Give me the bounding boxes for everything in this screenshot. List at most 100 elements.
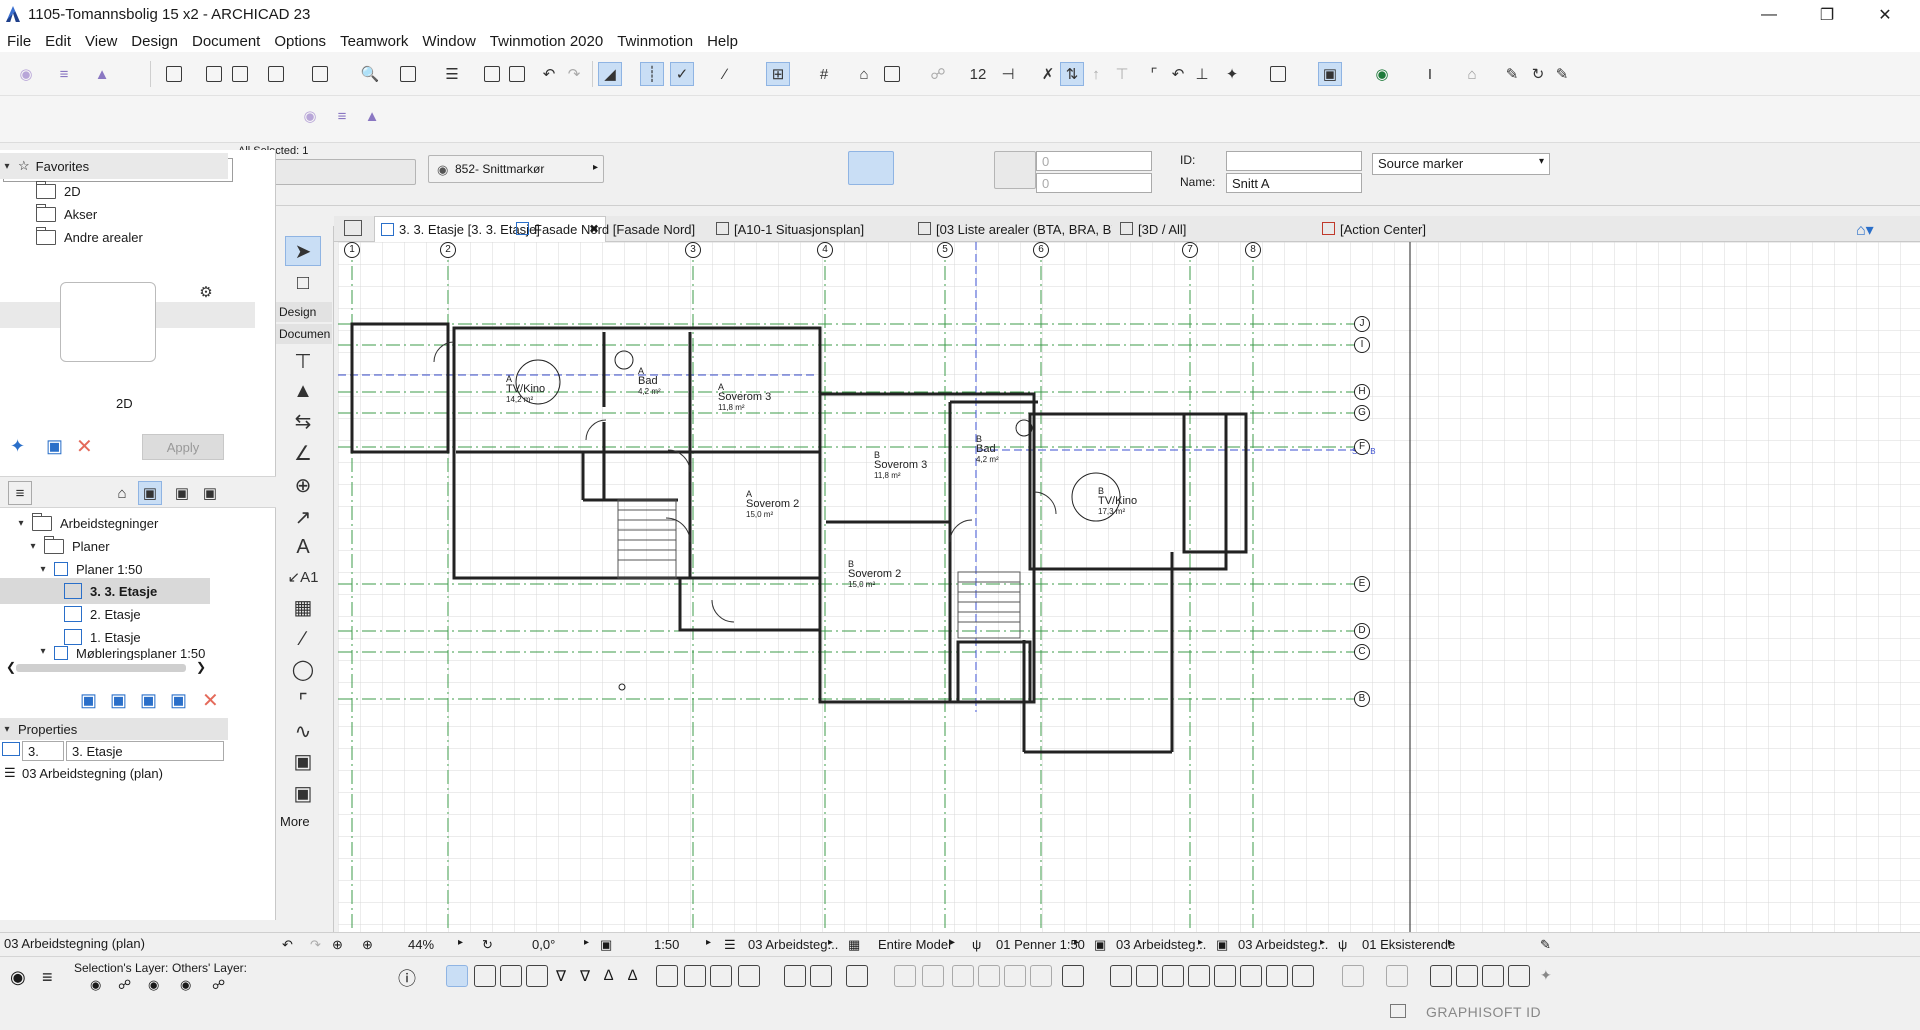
angle-menu-icon[interactable]: ▸ [584, 937, 589, 948]
new-file-icon[interactable] [162, 62, 186, 86]
suspend-groups-icon[interactable]: ⇅ [1060, 62, 1084, 86]
graphisoft-id-label[interactable]: GRAPHISOFT ID [1426, 1004, 1541, 1020]
dimension-value[interactable]: 03 Arbeidsteg... [1238, 937, 1328, 952]
model-view-value[interactable]: 03 Arbeidsteg... [1116, 937, 1206, 952]
cube-grey-3-icon[interactable] [1030, 965, 1052, 987]
redo-icon[interactable]: ↷ [562, 62, 586, 86]
intersect-icon[interactable]: ✗ [1036, 62, 1060, 86]
close-window-button[interactable]: ✕ [1856, 0, 1914, 30]
cube-3-icon[interactable] [710, 965, 732, 987]
eye-layer-icon[interactable]: ◉ [10, 967, 26, 988]
wall-6-icon[interactable] [1240, 965, 1262, 987]
tab-overview-icon[interactable] [344, 220, 362, 236]
tab-liste-arealer[interactable]: [03 Liste arealer (BTA, BRA, BYA,... [912, 216, 1112, 242]
paste-icon[interactable] [505, 62, 529, 86]
publish-icon[interactable] [264, 62, 288, 86]
graduation-cap-icon[interactable]: ▲ [90, 62, 114, 86]
snap-grid-icon[interactable]: ⊞ [766, 62, 790, 86]
label-tool-icon[interactable]: ↙A1 [285, 562, 321, 592]
tab-action-center[interactable]: [Action Center] [1316, 216, 1516, 242]
eye-secondary-icon[interactable]: ◉ [298, 104, 322, 128]
tree-item-mobleringsplaner[interactable]: ▾ Møbleringsplaner 1:50 [36, 646, 291, 660]
horizontal-scrollbar[interactable] [16, 664, 186, 672]
marquee-tool-icon[interactable]: □ [285, 268, 321, 298]
menu-twinmotion-2020[interactable]: Twinmotion 2020 [483, 30, 610, 52]
stack-icon[interactable] [846, 965, 868, 987]
design-section[interactable]: Design [276, 302, 332, 322]
floor-plan-view-icon[interactable] [446, 965, 468, 987]
documen-section[interactable]: Documen [276, 324, 332, 344]
story-name-field[interactable]: 3. Etasje [66, 741, 224, 761]
floor-plan-canvas[interactable]: A TV/Kino 14,2 m² A Bad 4,2 m² A Soverom 3 11,8 … [338, 242, 1920, 932]
home-3-icon[interactable] [526, 965, 548, 987]
menu-help[interactable]: Help [700, 30, 745, 52]
layers-secondary-icon[interactable]: ≡ [330, 104, 354, 128]
cap-secondary-icon[interactable]: ▲ [360, 104, 384, 128]
zoom-value[interactable]: 44% [408, 937, 434, 952]
zoom-in-icon[interactable]: ⊕ [332, 937, 343, 953]
eye-icon[interactable]: ◉ [14, 62, 38, 86]
model-view-menu-icon[interactable]: ▸ [1198, 937, 1203, 948]
marker-settings-button[interactable] [994, 151, 1036, 189]
selection-box-icon[interactable]: ▣ [1318, 62, 1342, 86]
value-field-1[interactable]: 0 [1036, 151, 1152, 171]
angle-value[interactable]: 0,0° [532, 937, 555, 952]
wall-3-icon[interactable] [1162, 965, 1184, 987]
arrow-tool-icon[interactable]: ➤ [285, 236, 321, 266]
zoom-menu-icon[interactable]: ▸ [458, 937, 463, 948]
pen-menu-icon[interactable]: ▸ [1074, 937, 1079, 948]
fit-window-icon[interactable]: ⊕ [362, 937, 373, 953]
view-icon[interactable] [880, 62, 904, 86]
favorites-header[interactable]: ▾ ☆ Favorites [0, 153, 228, 179]
info-icon[interactable]: ⓘ [398, 965, 416, 991]
tab-menu-icon[interactable]: ⌂▾ [1856, 220, 1874, 240]
model-value[interactable]: Entire Model [878, 937, 951, 952]
person-icon[interactable] [922, 965, 944, 987]
polyline-tool-icon[interactable]: ⌜ [285, 686, 321, 716]
cube-2-icon[interactable] [684, 965, 706, 987]
box-2-icon[interactable] [810, 965, 832, 987]
delete-view-icon[interactable]: ✕ [202, 688, 219, 713]
wall-2-icon[interactable] [1136, 965, 1158, 987]
cube-4-icon[interactable] [738, 965, 760, 987]
spline-tool-icon[interactable]: ∿ [285, 716, 321, 746]
trace-icon[interactable]: ⌂ [852, 62, 876, 86]
wand-icon[interactable]: ✦ [1540, 967, 1552, 984]
apply-button[interactable]: Apply [142, 434, 224, 460]
wall-5-icon[interactable] [1214, 965, 1236, 987]
renovation-value[interactable]: 01 Eksisterende [1362, 937, 1455, 952]
selection-lock-icon[interactable]: ☍ [118, 977, 131, 993]
drawing-tool-icon[interactable]: ▣ [285, 778, 321, 808]
clone-view-icon[interactable]: ▣ [110, 690, 127, 711]
menu-design[interactable]: Design [124, 30, 185, 52]
window-layout-icon[interactable] [1266, 62, 1290, 86]
snap-points-icon[interactable]: ✓ [670, 62, 694, 86]
split-icon[interactable]: ⊥ [1190, 62, 1214, 86]
properties-header[interactable]: ▾ Properties [0, 718, 228, 740]
print-icon[interactable] [228, 62, 252, 86]
layer-combo-menu-icon[interactable]: ▸ [828, 937, 833, 948]
wall-8-icon[interactable] [1292, 965, 1314, 987]
settings-gear-icon[interactable]: ⚙ [194, 280, 218, 304]
new-folder-view-icon[interactable]: ▣ [140, 690, 157, 711]
value-field-2[interactable]: 0 [1036, 173, 1152, 193]
menu-window[interactable]: Window [415, 30, 482, 52]
paint-icon[interactable]: ✎ [1550, 62, 1574, 86]
text-cursor-icon[interactable]: I [1418, 62, 1442, 86]
tab-situasjonsplan[interactable]: [A10-1 Situasjonsplan] [710, 216, 910, 242]
level-dim-tool-icon[interactable]: ▲ [285, 376, 321, 406]
menu-edit[interactable]: Edit [38, 30, 78, 52]
id-field[interactable] [1226, 151, 1362, 171]
view-settings-icon[interactable]: ▣ [170, 690, 187, 711]
filter-up-2-icon[interactable]: ∆ [628, 967, 637, 984]
copy-icon[interactable] [480, 62, 504, 86]
radial-dim-tool-icon[interactable]: ⊕ [285, 470, 321, 500]
model-menu-icon[interactable]: ▸ [950, 937, 955, 948]
cube-icon[interactable] [656, 965, 678, 987]
fillet-icon[interactable]: ⌜ [1142, 62, 1166, 86]
fill-tool-icon[interactable]: ▦ [285, 592, 321, 622]
floor-plan-drawing[interactable]: ATV/Kino14,2 m²ABad4,2 m² ASoverom 311,8 … [338, 242, 1920, 932]
renovation-menu-icon[interactable]: ▸ [1448, 937, 1453, 948]
pen-set-value[interactable]: 01 Penner 1:50 [996, 937, 1085, 952]
cube-grey-icon[interactable] [952, 965, 974, 987]
